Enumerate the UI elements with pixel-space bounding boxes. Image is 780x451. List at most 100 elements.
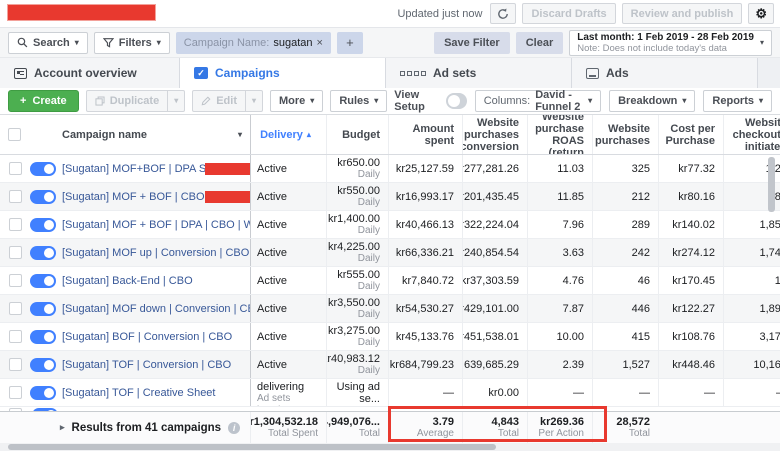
edit-caret-button[interactable]: ▾ [246,90,263,112]
view-setup-label: View Setup [394,89,438,113]
add-filter-button[interactable]: + [337,32,363,54]
purchases-cell: — [592,379,658,406]
table-row: [Sugatan] Back-End | CBO Active kr555.00… [0,267,780,295]
column-header-cost-per-purchase[interactable]: Cost per Purchase [658,115,723,154]
row-checkbox[interactable] [9,358,22,371]
amount-spent-cell: — [388,379,462,406]
breakdown-button[interactable]: Breakdown ▾ [609,90,695,112]
duplicate-button-group: Duplicate ▾ [86,90,186,112]
discard-drafts-button[interactable]: Discard Drafts [522,3,615,24]
caret-down-icon: ▾ [174,97,178,105]
checkouts-cell: 18 [723,267,780,294]
checkouts-cell: 1,856 [723,211,780,238]
row-checkbox[interactable] [9,302,22,315]
column-header-delivery[interactable]: Delivery ▴ [250,115,326,154]
row-checkbox[interactable] [9,408,22,411]
campaign-toggle[interactable] [30,218,56,232]
date-range-picker[interactable]: Last month: 1 Feb 2019 - 28 Feb 2019 Not… [569,30,772,56]
checkouts-cell: 1,896 [723,295,780,322]
purchases-cell: 242 [592,239,658,266]
row-checkbox[interactable] [9,274,22,287]
caret-down-icon: ▾ [588,97,592,105]
filter-chip-campaign-name[interactable]: Campaign Name: sugatan × [176,32,331,54]
campaign-toggle[interactable] [32,408,58,411]
tab-account-overview[interactable]: Account overview [0,58,180,88]
tab-ads[interactable]: Ads [572,58,758,88]
campaign-name-link[interactable]: [Sugatan] MOF + BOF | DPA | CBO | Worldw… [62,219,242,231]
budget-cell: kr3,550.00 Daily [326,295,388,322]
more-button[interactable]: More ▾ [270,90,323,112]
ads-icon [586,68,599,79]
reports-button[interactable]: Reports ▾ [703,90,772,112]
select-all-checkbox[interactable] [8,128,21,141]
amount-spent-cell: kr40,466.13 [388,211,462,238]
settings-button[interactable]: ⚙ [748,3,774,24]
rules-button[interactable]: Rules ▾ [330,90,387,112]
campaign-name-link[interactable]: [Sugatan] TOF | Conversion | CBO [62,359,242,371]
column-header-purchases[interactable]: Website purchases [592,115,658,154]
edit-button[interactable]: Edit [192,90,246,112]
save-filter-button[interactable]: Save Filter [434,32,510,54]
row-checkbox[interactable] [9,330,22,343]
refresh-button[interactable] [490,3,516,24]
campaign-name-link[interactable]: [Sugatan] MOF down | Conversion | CBO [62,303,242,315]
table-row: [Sugatan] TOF | Creative Sheet Not deliv… [0,379,780,407]
campaign-toggle[interactable] [30,162,56,176]
amount-spent-cell: kr66,336.21 [388,239,462,266]
horizontal-scrollbar[interactable] [0,443,780,451]
purchases-conversion-cell: kr322,224.04 [462,211,527,238]
campaign-name-link[interactable]: [Sugatan] BOF | Conversion | CBO [62,331,242,343]
roas-cell: 11.85 [527,183,592,210]
amount-spent-cell: kr54,530.27 [388,295,462,322]
campaign-toggle[interactable] [30,358,56,372]
campaign-toggle[interactable] [30,274,56,288]
delivery-cell: Active [250,323,326,350]
purchases-cell: 1,527 [592,351,658,378]
campaign-toggle[interactable] [30,190,56,204]
table-row: [Sugatan] BOF | Conversion | CBO Active … [0,323,780,351]
duplicate-button[interactable]: Duplicate [86,90,169,112]
topbar: Updated just now Discard Drafts Review a… [0,0,780,28]
total-amount-spent: kr1,304,532.18 Total Spent [250,412,326,443]
review-publish-button[interactable]: Review and publish [622,3,743,24]
cost-per-purchase-cell: kr140.02 [658,211,723,238]
column-header-roas[interactable]: Website purchase ROAS (return [527,115,592,154]
row-checkbox[interactable] [9,246,22,259]
cost-per-purchase-cell: kr170.45 [658,267,723,294]
column-header-amount-spent[interactable]: Amount spent [388,115,462,154]
close-icon[interactable]: × [317,37,323,49]
filters-button[interactable]: Filters ▾ [94,32,170,54]
campaign-name-link[interactable]: [Sugatan] Back-End | CBO [62,275,242,287]
clear-filter-button[interactable]: Clear [516,32,564,54]
ads-manager-window: Updated just now Discard Drafts Review a… [0,0,780,451]
create-button[interactable]: + Create [8,90,79,112]
column-header-budget[interactable]: Budget [326,115,388,154]
duplicate-caret-button[interactable]: ▾ [168,90,185,112]
row-checkbox[interactable] [9,386,22,399]
expander-icon[interactable]: ▸ [60,422,65,433]
column-header-campaign-name[interactable]: Campaign name ▾ [56,115,250,154]
filter-bar: Search ▾ Filters ▾ Campaign Name: sugata… [0,28,780,58]
view-setup-toggle[interactable] [446,93,467,109]
search-button[interactable]: Search ▾ [8,32,88,54]
campaign-name-link[interactable]: [Sugatan] TOF | Creative Sheet [62,387,242,399]
info-icon[interactable]: i [228,422,240,434]
row-checkbox[interactable] [9,218,22,231]
columns-button[interactable]: Columns: David - Funnel 2 ▾ [475,90,601,112]
campaign-toggle[interactable] [30,386,56,400]
total-cost-per-purchase: kr269.36 Per Action [527,412,592,443]
row-checkbox[interactable] [9,190,22,203]
tab-campaigns[interactable]: ✓ Campaigns [180,58,386,88]
average-roas: 3.79 Average [388,412,462,443]
caret-down-icon: ▾ [252,97,256,105]
tab-ad-sets[interactable]: Ad sets [386,58,572,88]
column-header-purchases-conversion[interactable]: Website purchases conversion [462,115,527,154]
campaign-toggle[interactable] [30,246,56,260]
column-header-checkouts[interactable]: Website checkouts initiated [723,115,780,154]
campaign-toggle[interactable] [30,330,56,344]
campaign-toggle[interactable] [30,302,56,316]
vertical-scrollbar-thumb[interactable] [768,157,775,212]
row-checkbox[interactable] [9,162,22,175]
campaign-name-link[interactable]: [Sugatan] MOF up | Conversion | CBO [62,247,242,259]
horizontal-scrollbar-thumb[interactable] [8,444,496,450]
